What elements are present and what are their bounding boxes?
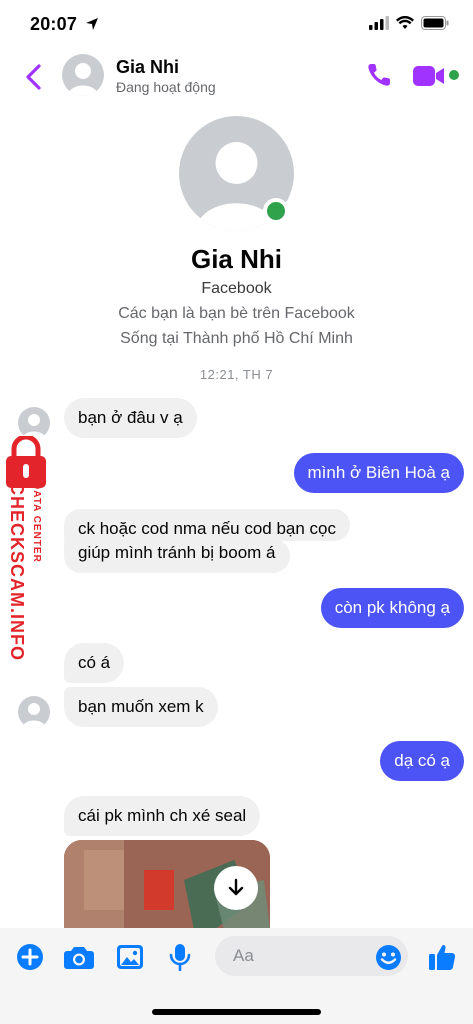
emoji-icon	[375, 944, 401, 970]
microphone-icon	[169, 944, 191, 971]
message-bubble-outgoing[interactable]: dạ có ạ	[380, 741, 464, 781]
plus-icon	[17, 944, 43, 970]
online-indicator	[449, 70, 459, 80]
message-bubble-incoming[interactable]: cái pk mình ch xé seal	[64, 796, 261, 836]
profile-friends-line: Các bạn là bạn bè trên Facebook	[118, 305, 355, 322]
location-arrow-icon	[86, 18, 98, 30]
download-button[interactable]	[214, 866, 258, 910]
message-bubble-incoming[interactable]: bạn muốn xem k	[64, 687, 218, 727]
message-input-placeholder: Aa	[233, 946, 254, 965]
conversation-timestamp: 12:21, TH 7	[199, 367, 274, 382]
download-icon	[228, 878, 244, 896]
message-bubble-incoming[interactable]: có á	[64, 643, 125, 683]
profile-online-indicator	[263, 198, 289, 224]
watermark-brand: CHECKSCAM.INFO	[7, 482, 27, 661]
phone-icon[interactable]	[365, 61, 393, 89]
signal-icon	[369, 16, 389, 30]
profile-name: Gia Nhi	[190, 244, 282, 274]
video-camera-icon[interactable]	[412, 64, 446, 88]
plus-button[interactable]	[15, 942, 45, 972]
active-status: Đang hoạt động	[116, 79, 216, 95]
thumbs-up-icon	[429, 944, 456, 970]
image-icon	[117, 945, 143, 969]
status-time: 20:07	[30, 14, 78, 34]
home-indicator	[152, 1009, 321, 1015]
message-bubble-incoming[interactable]: bạn ở đâu v ạ	[64, 398, 197, 438]
status-indicators	[369, 16, 449, 30]
message-bubble-outgoing[interactable]: còn pk không ạ	[320, 588, 464, 628]
battery-icon	[421, 16, 449, 30]
message-bubble-incoming[interactable]: ck hoặc cod nma nếu cod bạn cọc	[64, 509, 350, 541]
voice-button[interactable]	[165, 942, 195, 972]
wifi-icon	[396, 16, 414, 29]
sender-avatar[interactable]	[18, 407, 50, 439]
message-composer: Aa	[0, 928, 473, 1024]
like-button[interactable]	[427, 942, 457, 972]
back-arrow-icon[interactable]	[22, 62, 44, 92]
default-avatar-icon	[22, 414, 46, 439]
chat-header: Gia Nhi Đang hoạt động	[0, 46, 473, 110]
contact-name[interactable]: Gia Nhi	[116, 57, 179, 78]
profile-platform: Facebook	[201, 280, 272, 297]
sender-avatar[interactable]	[18, 696, 50, 728]
watermark-tagline: DATA CENTER	[31, 482, 42, 563]
header-avatar[interactable]	[62, 54, 104, 96]
profile-location-line: Sống tại Thành phố Hồ Chí Minh	[120, 330, 353, 347]
emoji-button[interactable]	[373, 942, 403, 972]
gallery-button[interactable]	[115, 942, 145, 972]
default-avatar-icon	[22, 703, 46, 728]
camera-button[interactable]	[64, 942, 94, 972]
message-bubble-outgoing[interactable]: mình ở Biên Hoà ạ	[293, 453, 464, 493]
status-bar: 20:07	[0, 0, 473, 46]
camera-icon	[64, 947, 94, 969]
default-avatar-icon	[67, 63, 99, 96]
message-bubble-incoming[interactable]: giúp mình tránh bị boom á	[64, 539, 290, 573]
